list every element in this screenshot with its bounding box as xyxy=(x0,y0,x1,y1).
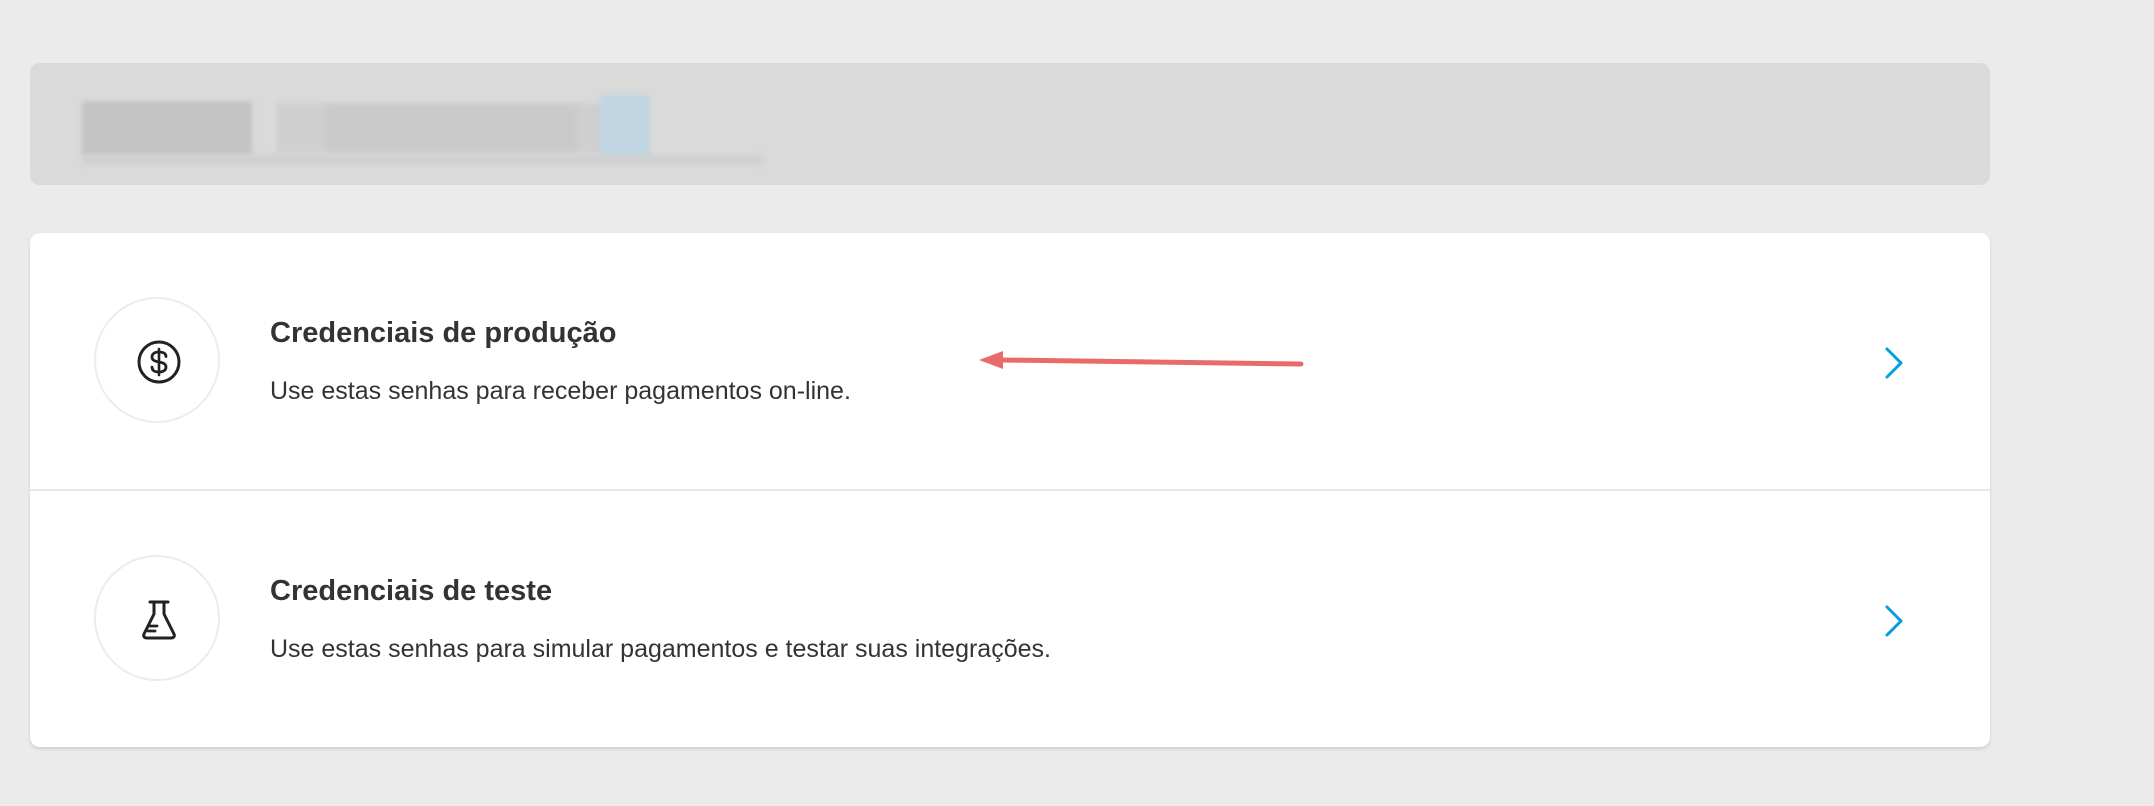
blurred-content xyxy=(600,95,650,159)
item-title: Credenciais de produção xyxy=(270,317,617,349)
blurred-content xyxy=(82,155,762,165)
production-icon-container xyxy=(94,297,220,423)
credentials-card: Credenciais de produção Use estas senhas… xyxy=(30,233,1990,747)
blurred-content xyxy=(326,107,576,151)
flask-icon xyxy=(142,600,176,640)
test-credentials-item[interactable]: Credenciais de teste Use estas senhas pa… xyxy=(30,491,1990,747)
blurred-content xyxy=(82,101,252,155)
blurred-header-banner xyxy=(30,63,1990,185)
item-description: Use estas senhas para receber pagamentos… xyxy=(270,377,851,405)
annotation-arrow-icon xyxy=(979,351,1304,369)
test-icon-container xyxy=(94,555,220,681)
chevron-right-icon[interactable] xyxy=(1884,346,1904,380)
chevron-right-icon[interactable] xyxy=(1884,604,1904,638)
item-description: Use estas senhas para simular pagamentos… xyxy=(270,635,1051,663)
dollar-circle-icon xyxy=(137,340,181,384)
item-title: Credenciais de teste xyxy=(270,575,553,607)
